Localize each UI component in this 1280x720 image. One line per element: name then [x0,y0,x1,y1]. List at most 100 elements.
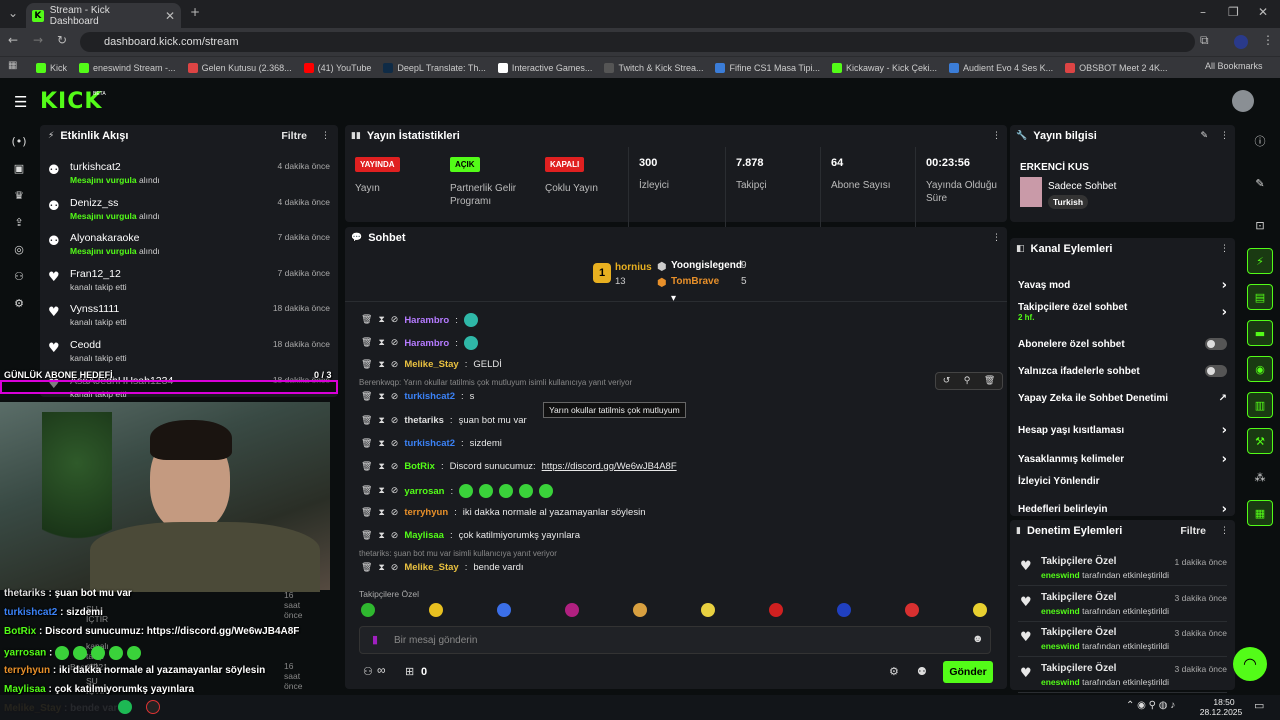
chat-username[interactable]: BotRix [404,461,435,472]
support-chat-button[interactable]: ◠ [1233,647,1267,681]
activity-item[interactable]: ♥ Fran12_12 kanalı takip etti 7 dakika önce [40,262,338,298]
leader-third-name[interactable]: TomBrave [671,276,719,287]
delete-message-icon[interactable]: 🗑 [361,416,372,426]
chat-message[interactable]: 🗑 ⧗ ⊘ turkishcat2: sizdemi [361,438,502,449]
user-avatar[interactable] [1232,90,1254,112]
extensions-icon[interactable]: ⧉ [1200,33,1209,48]
chat-username[interactable]: Harambro [404,315,449,326]
channel-action-item[interactable]: Yavaş mod › [1018,278,1227,293]
delete-message-icon[interactable]: 🗑 [361,531,372,541]
moderation-filter-button[interactable]: Filtre [1180,525,1206,537]
channel-action-item[interactable]: Hesap yaşı kısıtlaması › [1018,423,1227,438]
browser-tab[interactable]: K Stream - Kick Dashboard ✕ [26,3,181,28]
leader-second-name[interactable]: Yoongislegend [671,260,742,271]
ban-icon[interactable]: ⊘ [391,508,399,518]
connections-icon[interactable]: ⁂ [1247,464,1273,490]
channel-action-item[interactable]: Takipçilere özel sohbet 2 hf. › [1018,302,1227,322]
reload-icon[interactable]: ↻ [57,33,67,47]
activity-item[interactable]: ♥ Vynss1111 kanalı takip etti 18 dakika önc… [40,297,338,333]
emote-shortcut[interactable] [701,603,715,617]
emote-shortcut[interactable] [973,603,987,617]
emote-shortcut[interactable] [633,603,647,617]
chat-users-icon[interactable]: ⚉ [917,665,927,678]
chat-message[interactable]: 🗑 ⧗ ⊘ terryhyun: iki dakka normale al yazama… [361,507,645,518]
library-nav-icon[interactable]: ▣ [0,155,38,182]
settings-nav-icon[interactable]: ⚙ [0,290,38,317]
stream-category[interactable]: Sadece Sohbet [1048,181,1116,192]
chat-message[interactable]: 🗑 ⧗ ⊘ BotRix: Discord sunucumuz: https://dis… [361,461,677,472]
timeout-icon[interactable]: ⧗ [378,531,384,541]
chat-username[interactable]: Maylisaa [404,530,444,541]
channel-action-item[interactable]: Hedefleri belirleyin › [1018,502,1227,517]
info-icon[interactable]: ⓘ [1247,128,1273,154]
bookmark-item[interactable]: Kick [36,62,67,73]
forward-icon[interactable]: → [33,33,43,47]
activity-menu-icon[interactable]: ⋮ [321,131,330,141]
clapper-tool-icon[interactable]: ▦ [1247,500,1273,526]
bookmark-item[interactable]: OBSBOT Meet 2 4K... [1065,62,1167,73]
chat-username[interactable]: Melike_Stay [404,562,458,573]
timeout-icon[interactable]: ⧗ [378,338,384,348]
bookmark-item[interactable]: Fifine CS1 Masa Tipi... [715,62,820,73]
moderation-item[interactable]: ♥ Takipçilere Özel 3 dakika önce eneswind t… [1018,627,1227,657]
channel-action-item[interactable]: İzleyici Yönlendir [1018,476,1227,487]
emote-shortcut[interactable] [361,603,375,617]
close-window-icon[interactable]: ✕ [1258,5,1268,19]
obs-icon[interactable] [146,700,160,714]
bookmark-item[interactable]: Kickaway - Kick Çeki... [832,62,937,73]
bookmark-item[interactable]: (41) YouTube [303,62,371,73]
edit-icon[interactable]: ✎ [1200,131,1208,141]
reply-icon[interactable]: ↺ [943,376,951,386]
gift-icon[interactable]: ⊞ [405,665,414,678]
broadcast-tool-icon[interactable]: ◉ [1247,356,1273,382]
url-field[interactable]: dashboard.kick.com/stream [80,32,1195,52]
delete-message-icon[interactable]: 🗑 [361,462,372,472]
bookmark-item[interactable]: eneswind Stream -... [79,62,176,73]
chat-link[interactable]: https://discord.gg/We6wJB4A8F [542,461,677,472]
send-button[interactable]: Gönder [943,661,993,683]
delete-message-icon[interactable]: 🗑 [361,563,372,573]
activity-item[interactable]: ⚉ Alyonakaraoke Mesajını vurgula alındı 7 d… [40,226,338,262]
community-nav-icon[interactable]: ⚇ [0,263,38,290]
delete-message-icon[interactable]: 🗑 [361,315,372,325]
info-menu-icon[interactable]: ⋮ [1220,131,1229,141]
moderation-item[interactable]: ♥ Takipçilere Özel 3 dakika önce eneswind t… [1018,592,1227,622]
chat-username[interactable]: turkishcat2 [404,438,455,449]
language-tag[interactable]: Turkish [1048,195,1089,209]
reply-context[interactable]: thetariks: şuan bot mu var isimli kullan… [359,549,557,558]
emote-shortcut[interactable] [565,603,579,617]
trophy-nav-icon[interactable]: ♛ [0,182,38,209]
capture-icon[interactable]: ⊡ [1247,212,1273,238]
emote-shortcut[interactable] [837,603,851,617]
chat-message[interactable]: 🗑 ⧗ ⊘ Melike_Stay: GELDİ [361,359,502,370]
minimize-icon[interactable]: – [1200,5,1206,19]
mic-icon[interactable]: ▮ [372,633,378,646]
moderation-item[interactable]: ♥ Takipçilere Özel 3 dakika önce eneswind t… [1018,663,1227,693]
chat-username[interactable]: yarrosan [404,486,444,497]
timeout-icon[interactable]: ⧗ [378,462,384,472]
activity-item[interactable]: ⚉ turkishcat2 Mesajını vurgula alındı 4 dak… [40,155,338,191]
emote-shortcut[interactable] [905,603,919,617]
channel-menu-icon[interactable]: ⋮ [1220,244,1229,254]
ban-icon[interactable]: ⊘ [391,439,399,449]
delete-message-icon[interactable]: 🗑 [361,392,372,402]
timeout-icon[interactable]: ⧗ [378,508,384,518]
ban-icon[interactable]: ⊘ [391,486,399,496]
camera-nav-icon[interactable]: ◎ [0,236,38,263]
moderation-item[interactable]: ♥ Takipçilere Özel 1 dakika önce eneswind t… [1018,556,1227,586]
activity-item[interactable]: ♥ Ceodd kanalı takip etti 18 dakika önce [40,333,338,369]
channel-action-item[interactable]: Yapay Zeka ile Sohbet Denetimi ↗ [1018,393,1227,404]
emote-shortcut[interactable] [429,603,443,617]
toggle-switch[interactable] [1205,365,1227,377]
chat-settings-icon[interactable]: ⚙ [889,665,899,678]
pen-icon[interactable]: ✎ [1247,170,1273,196]
channel-action-item[interactable]: Abonelere özel sohbet [1018,338,1227,350]
lightning-tool-icon[interactable]: ⚡ [1247,248,1273,274]
profile-avatar[interactable] [1234,35,1248,49]
toggle-switch[interactable] [1205,338,1227,350]
delete-message-icon[interactable]: 🗑 [361,508,372,518]
bookmark-item[interactable]: Gelen Kutusu (2.368... [187,62,292,73]
channel-action-item[interactable]: Yasaklanmış kelimeler › [1018,452,1227,467]
timeout-icon[interactable]: ⧗ [378,416,384,426]
ban-icon[interactable]: ⊘ [391,360,399,370]
